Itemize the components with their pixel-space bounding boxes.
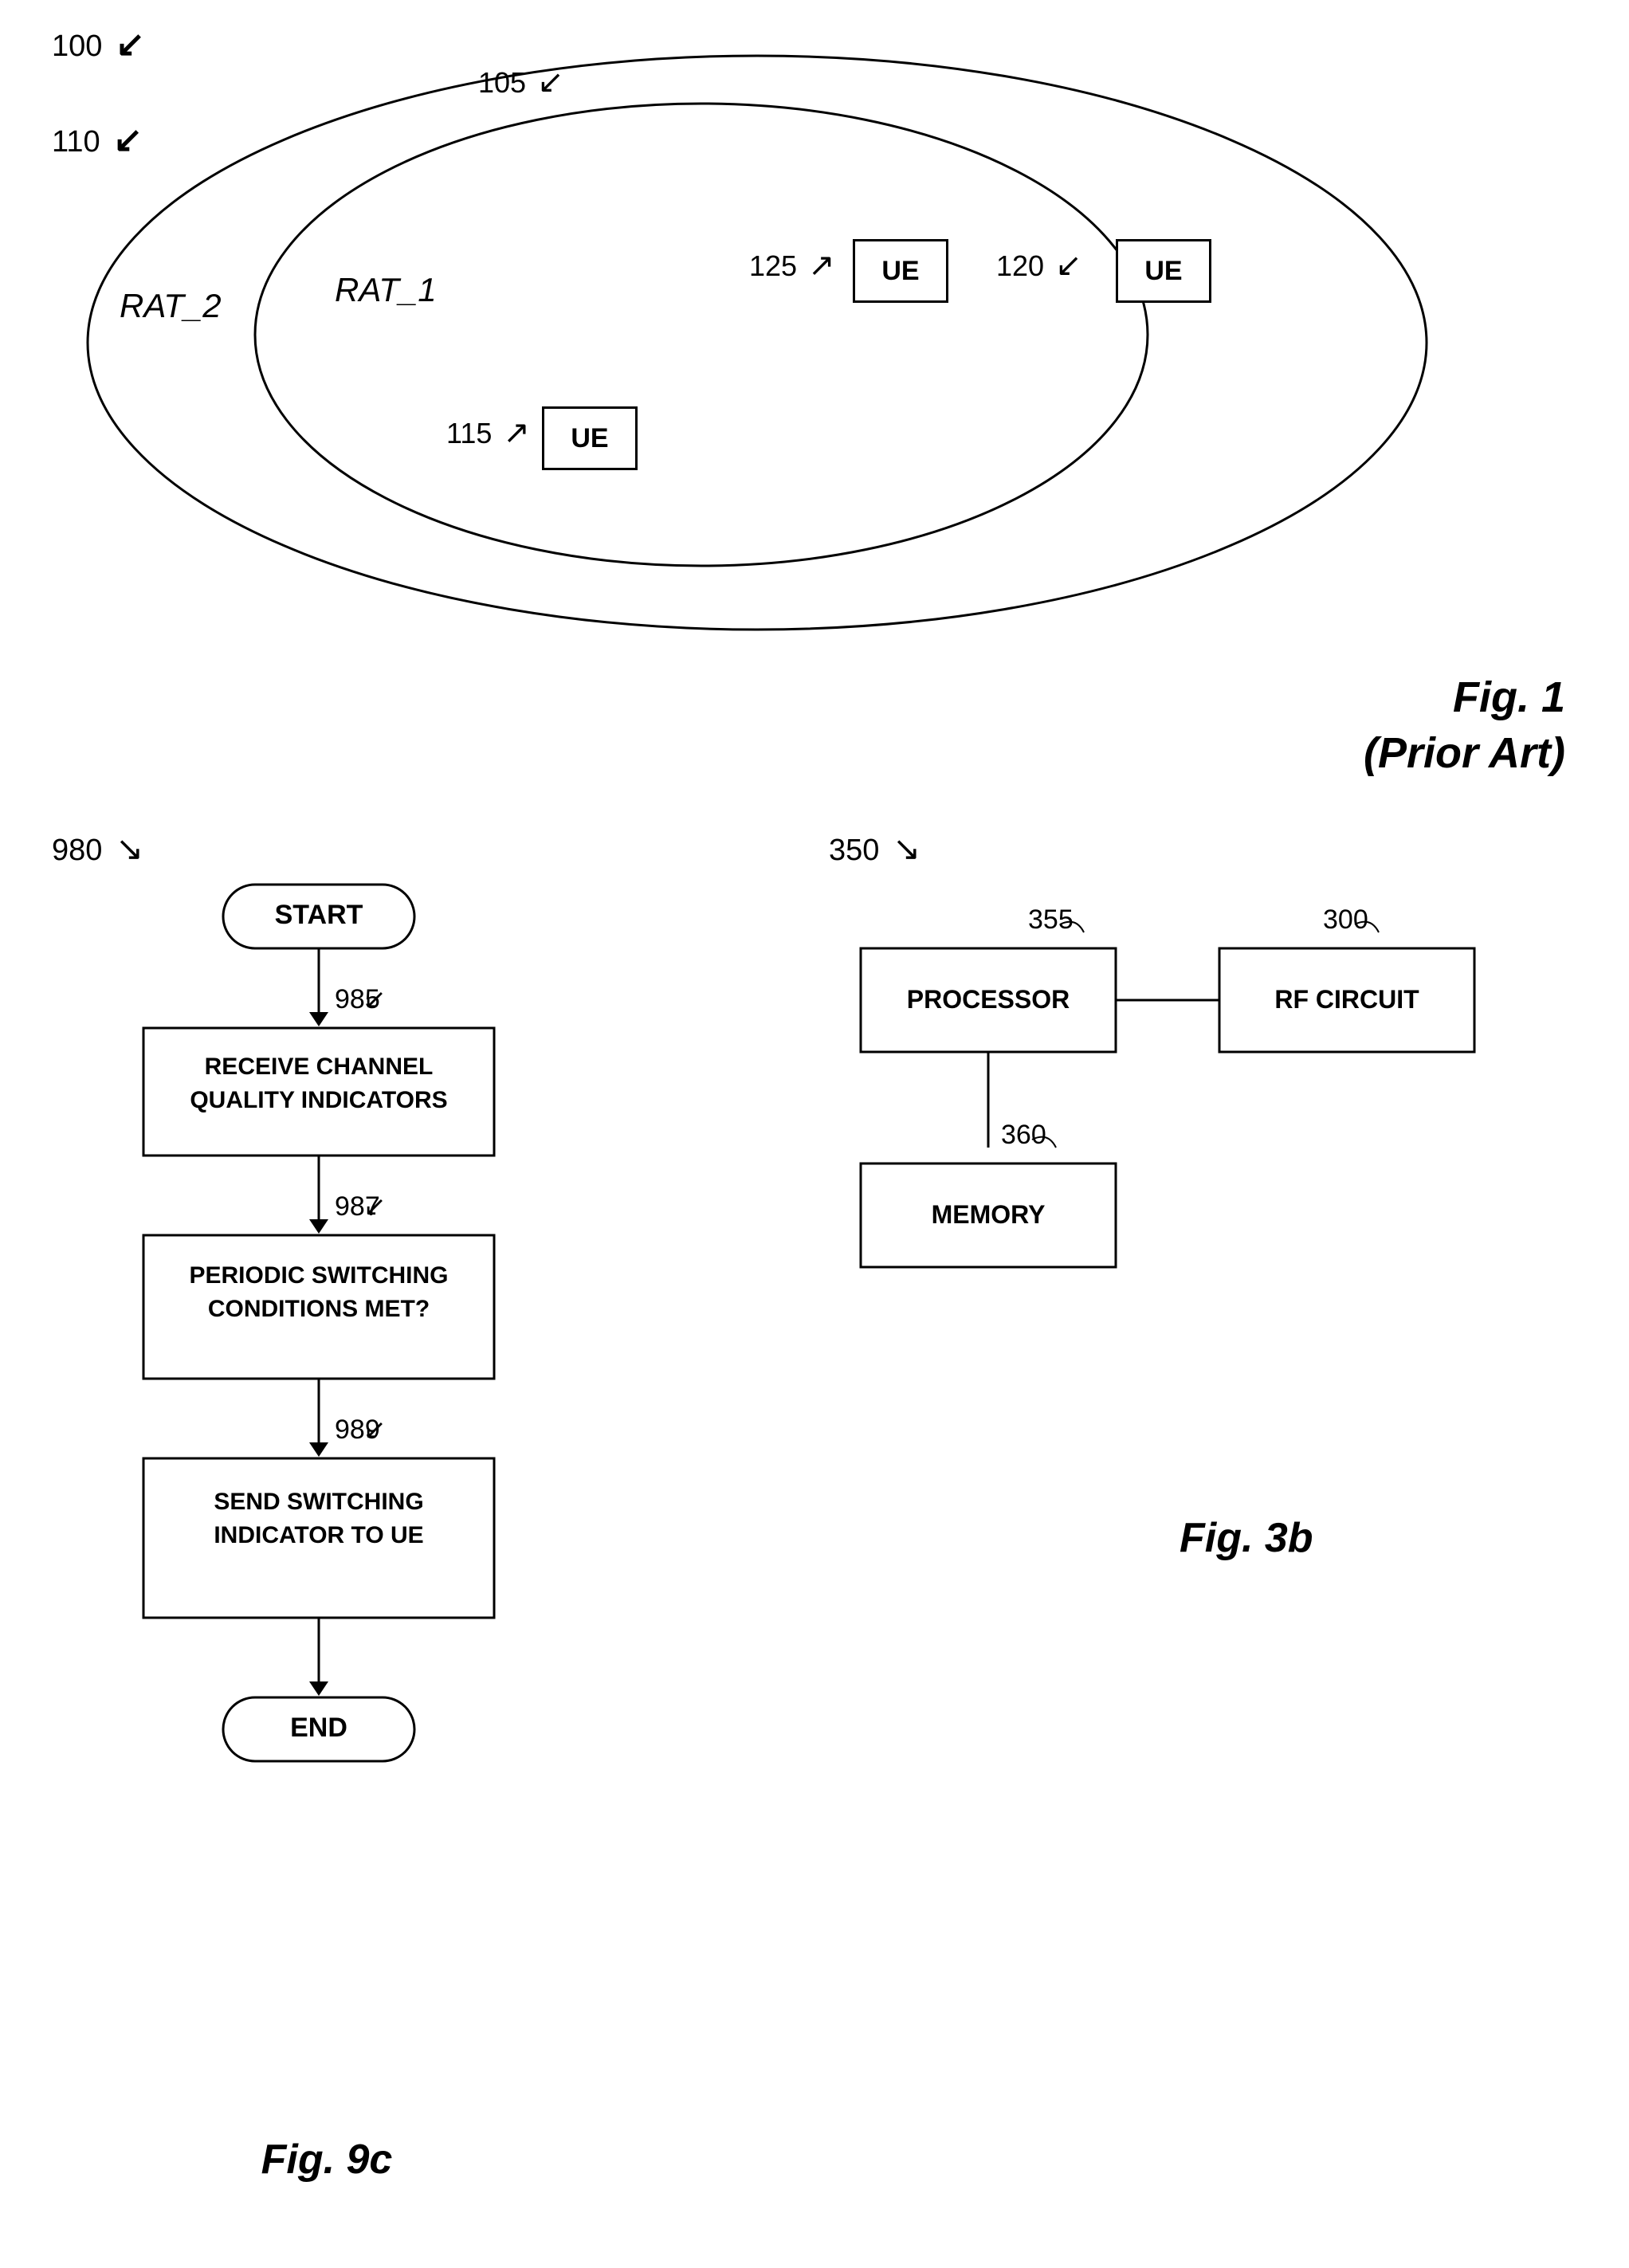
- svg-text:CONDITIONS MET?: CONDITIONS MET?: [208, 1296, 430, 1322]
- svg-text:PROCESSOR: PROCESSOR: [907, 985, 1070, 1014]
- svg-text:RF CIRCUIT: RF CIRCUIT: [1274, 985, 1419, 1014]
- ue-115-label: 115 ↗: [446, 414, 530, 451]
- page: 100 ↙ 110 ↙ RAT_2 RAT_1 105 ↙: [0, 0, 1629, 2268]
- ue-120-box: UE: [1116, 239, 1211, 303]
- svg-text:↙: ↙: [363, 1415, 387, 1445]
- fig3b-caption: Fig. 3b: [1180, 1514, 1313, 1562]
- rat2-label: RAT_2: [120, 287, 222, 325]
- svg-text:PERIODIC SWITCHING: PERIODIC SWITCHING: [189, 1262, 448, 1289]
- flowchart-9c: START 985 ↙ RECEIVE CHANNEL QUALITY INDI…: [64, 861, 606, 2072]
- svg-text:RECEIVE CHANNEL: RECEIVE CHANNEL: [205, 1054, 434, 1080]
- ue-125-box: UE: [853, 239, 948, 303]
- svg-text:300: 300: [1323, 904, 1368, 935]
- ue-115-box: UE: [542, 406, 638, 470]
- svg-text:↙: ↙: [363, 984, 387, 1014]
- svg-text:QUALITY INDICATORS: QUALITY INDICATORS: [190, 1087, 447, 1113]
- svg-text:SEND SWITCHING: SEND SWITCHING: [214, 1489, 423, 1515]
- svg-text:INDICATOR TO UE: INDICATOR TO UE: [214, 1522, 423, 1548]
- ue-120-label: 120 ↙: [996, 247, 1082, 284]
- svg-text:END: END: [290, 1713, 347, 1743]
- svg-text:START: START: [275, 900, 363, 930]
- svg-text:360: 360: [1001, 1120, 1046, 1150]
- fig3b-diagram: 355 PROCESSOR 300 RF CIRCUIT 360 MEMORY: [797, 885, 1530, 1442]
- svg-text:↙: ↙: [363, 1191, 387, 1222]
- svg-text:355: 355: [1028, 904, 1074, 935]
- outer-ellipse: [80, 48, 1435, 638]
- rat1-label: RAT_1: [335, 271, 437, 309]
- ue-125-label: 125 ↗: [749, 247, 835, 284]
- svg-text:MEMORY: MEMORY: [932, 1200, 1046, 1229]
- fig1-caption: Fig. 1 (Prior Art): [1364, 669, 1565, 781]
- fig9c-caption: Fig. 9c: [128, 2136, 526, 2184]
- ref-label-105: 105 ↙: [478, 64, 564, 100]
- ref-label-350: 350 ↘: [829, 829, 920, 868]
